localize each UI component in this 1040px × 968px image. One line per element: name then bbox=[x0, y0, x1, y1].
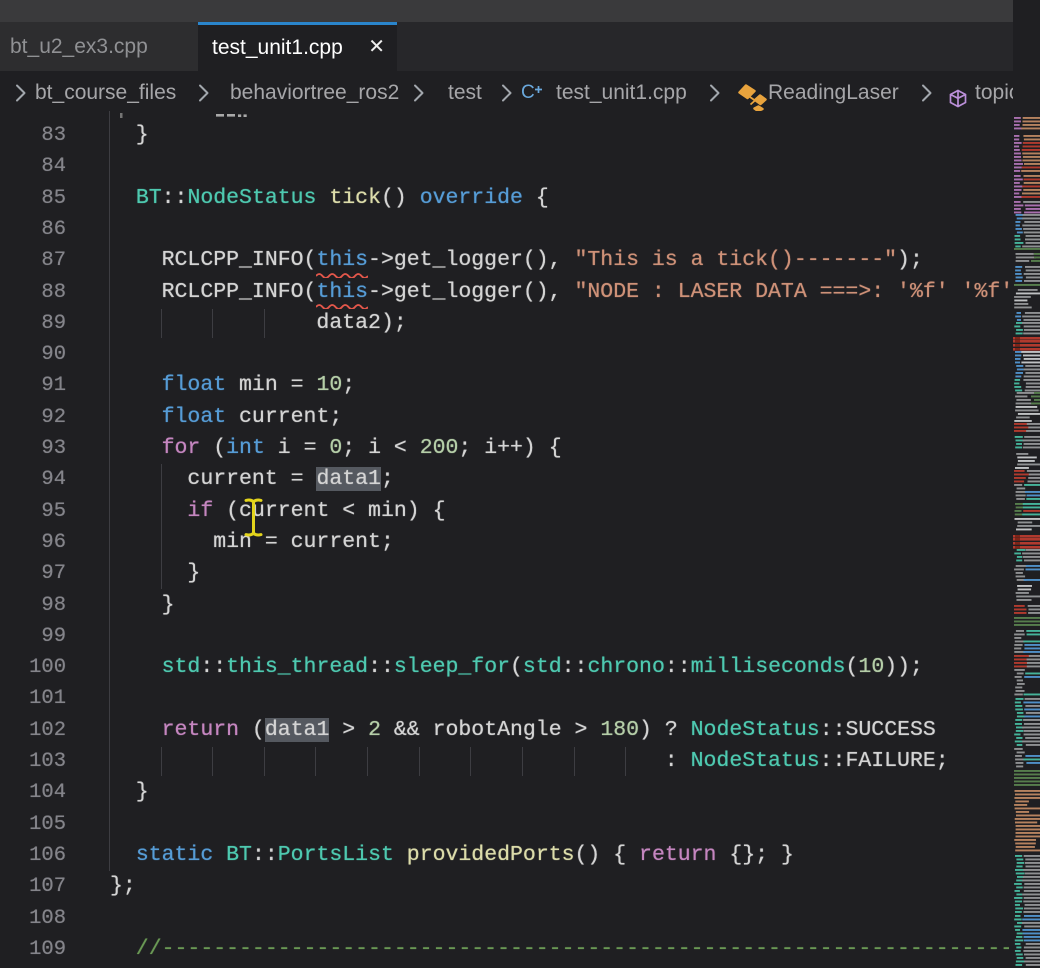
svg-text:C: C bbox=[521, 82, 535, 103]
